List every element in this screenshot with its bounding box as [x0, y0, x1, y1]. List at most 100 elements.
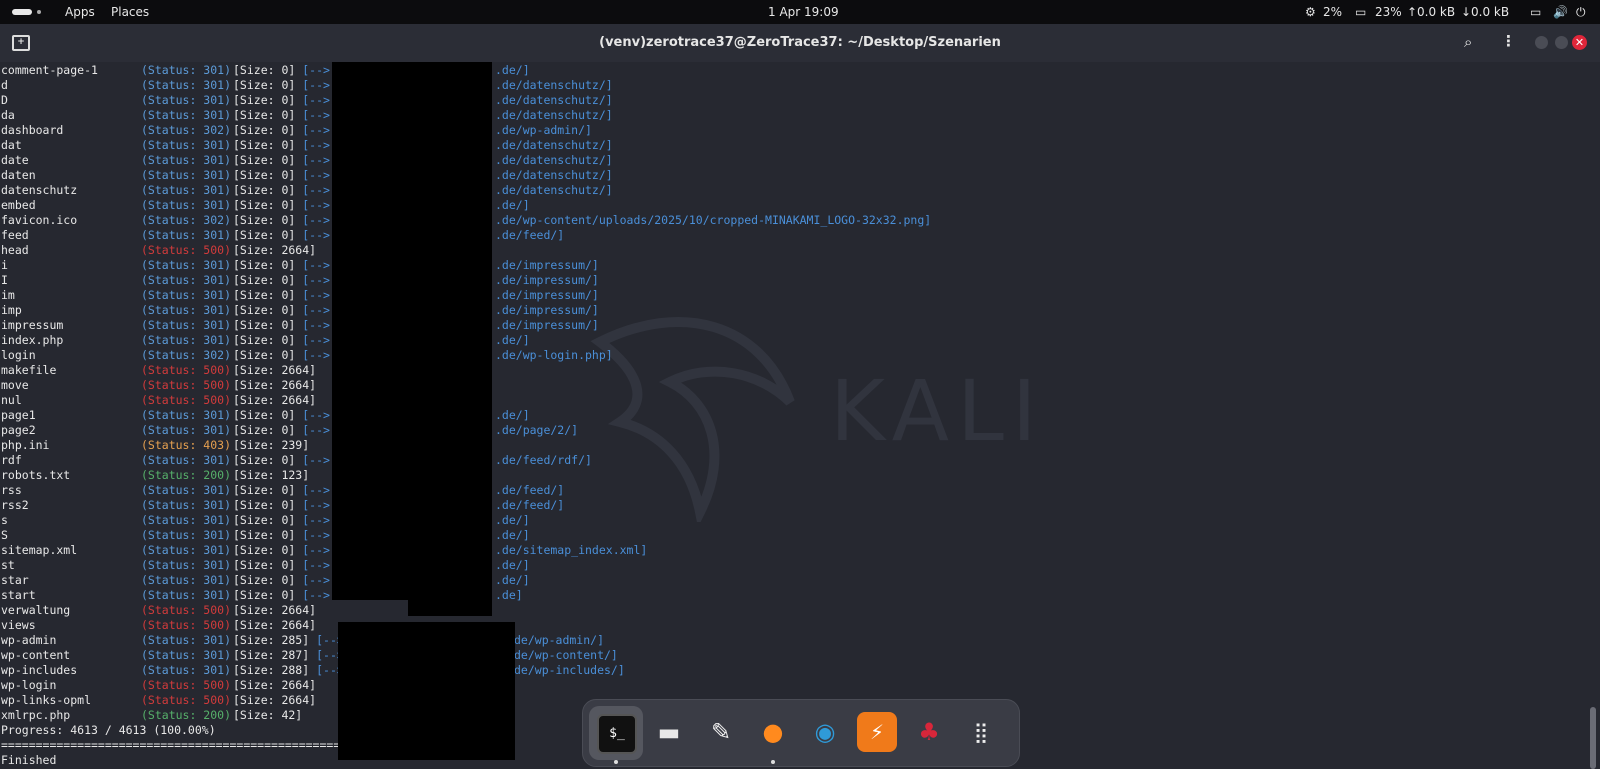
redirect-target: .de/datenschutz/] — [495, 153, 613, 167]
size-field: [Size: 0] — [233, 573, 296, 587]
path-name: wp-content — [1, 648, 71, 662]
size-field: [Size: 0] — [233, 93, 296, 107]
status-code: (Status: 500) — [141, 618, 232, 632]
path-name: i — [1, 258, 8, 272]
kali-watermark: KALI — [830, 362, 1045, 460]
status-code: (Status: 301) — [141, 303, 232, 317]
size-field: [Size: 0] — [233, 483, 296, 497]
status-code: (Status: 500) — [141, 678, 232, 692]
size-field: [Size: 0] — [233, 258, 296, 272]
upload-rate: 0.0 kB — [1417, 5, 1456, 19]
size-field: [Size: 0] — [233, 303, 296, 317]
status-code: (Status: 500) — [141, 693, 232, 707]
redirect-arrow: [--> — [295, 498, 330, 512]
path-name: verwaltung — [1, 603, 71, 617]
status-code: (Status: 301) — [141, 183, 232, 197]
redirect-arrow: [--> — [295, 558, 330, 572]
activities-indicator[interactable] — [12, 9, 32, 15]
scrollbar[interactable] — [1590, 707, 1596, 769]
path-name: start — [1, 588, 36, 602]
redirect-target: .de/impressum/] — [495, 273, 599, 287]
memory-usage: 23% — [1375, 5, 1402, 19]
redirect-arrow: [--> — [295, 303, 330, 317]
status-code: (Status: 301) — [141, 63, 232, 77]
redirect-target: .de/impressum/] — [495, 318, 599, 332]
status-code: (Status: 302) — [141, 348, 232, 362]
size-field: [Size: 0] — [233, 63, 296, 77]
path-name: page1 — [1, 408, 36, 422]
download-icon: ↓ — [1461, 5, 1472, 19]
redirect-arrow: [--> — [295, 258, 330, 272]
redirect-target: de/wp-includes/] — [514, 663, 625, 677]
redaction-block — [408, 598, 492, 616]
files-icon[interactable]: ▬ — [649, 712, 689, 752]
redirect-target: .de/datenschutz/] — [495, 183, 613, 197]
path-name: rdf — [1, 453, 22, 467]
text-editor-icon[interactable]: ✎ — [701, 712, 741, 752]
path-name: imp — [1, 303, 22, 317]
burpsuite-icon[interactable]: ⚡ — [857, 712, 897, 752]
status-code: (Status: 200) — [141, 708, 232, 722]
app-grid-icon[interactable]: ⣿ — [961, 712, 1001, 752]
redirect-arrow: [--> — [295, 333, 330, 347]
wireshark-icon[interactable]: ◉ — [805, 712, 845, 752]
size-field: [Size: 0] — [233, 408, 296, 422]
size-field: [Size: 287] — [233, 648, 310, 662]
size-field: [Size: 0] — [233, 213, 296, 227]
status-code: (Status: 301) — [141, 78, 232, 92]
apps-menu[interactable]: Apps — [65, 5, 95, 19]
redirect-target: .de/sitemap_index.xml] — [495, 543, 648, 557]
status-code: (Status: 301) — [141, 543, 232, 557]
status-code: (Status: 301) — [141, 648, 232, 662]
redirect-arrow: [--> — [295, 348, 330, 362]
firefox-icon[interactable]: ● — [753, 712, 793, 752]
result-line: verwaltung (Status: 500) [Size: 2664] — [1, 603, 437, 618]
redirect-target: .de/] — [495, 573, 530, 587]
terminal-icon[interactable]: $_ — [597, 714, 637, 754]
path-name: date — [1, 153, 29, 167]
size-field: [Size: 0] — [233, 558, 296, 572]
status-code: (Status: 403) — [141, 438, 232, 452]
redirect-target: .de/] — [495, 333, 530, 347]
redirect-arrow: [--> — [295, 228, 330, 242]
size-field: [Size: 285] — [233, 633, 310, 647]
terminal-output[interactable]: KALI comment-page-1 (Status: 301) [Size: 0… — [0, 62, 1600, 769]
size-field: [Size: 0] — [233, 453, 296, 467]
redirect-arrow: [--> — [295, 63, 330, 77]
redirect-arrow: [--> — [295, 123, 330, 137]
status-code: (Status: 301) — [141, 423, 232, 437]
top-bar: Apps Places 1 Apr 19:09 ⚙ 2% ▭ 23% ↑ 0.0… — [0, 0, 1600, 24]
status-code: (Status: 301) — [141, 198, 232, 212]
redirect-arrow: [--> — [295, 483, 330, 497]
path-name: rss — [1, 483, 22, 497]
redirect-arrow: [--> — [295, 183, 330, 197]
path-name: star — [1, 573, 29, 587]
size-field: [Size: 2664] — [233, 678, 317, 692]
path-name: wp-login — [1, 678, 57, 692]
screen-icon[interactable]: ▭ — [1530, 4, 1541, 20]
redirect-target: .de/] — [495, 558, 530, 572]
maximize-button[interactable] — [1555, 36, 1568, 49]
minimize-button[interactable] — [1535, 36, 1548, 49]
volume-icon[interactable]: 🔊 — [1553, 4, 1568, 20]
status-code: (Status: 301) — [141, 153, 232, 167]
status-code: (Status: 301) — [141, 138, 232, 152]
status-code: (Status: 301) — [141, 108, 232, 122]
path-name: dat — [1, 138, 22, 152]
cherrytree-icon[interactable]: ♣ — [909, 712, 949, 752]
close-button[interactable]: ✕ — [1572, 35, 1587, 50]
status-code: (Status: 301) — [141, 558, 232, 572]
redirect-target: .de/feed/] — [495, 498, 565, 512]
redirect-arrow: [--> — [295, 168, 330, 182]
path-name: wp-includes — [1, 663, 78, 677]
redirect-arrow: [--> — [295, 288, 330, 302]
search-icon[interactable]: ⌕ — [1464, 33, 1472, 51]
path-name: wp-links-opml — [1, 693, 92, 707]
power-icon[interactable]: ⏻ — [1576, 4, 1586, 20]
places-menu[interactable]: Places — [111, 5, 149, 19]
menu-icon[interactable]: ⋮ — [1501, 32, 1516, 50]
clock[interactable]: 1 Apr 19:09 — [768, 5, 839, 19]
path-name: s — [1, 513, 8, 527]
redirect-arrow: [--> — [295, 573, 330, 587]
size-field: [Size: 0] — [233, 228, 296, 242]
